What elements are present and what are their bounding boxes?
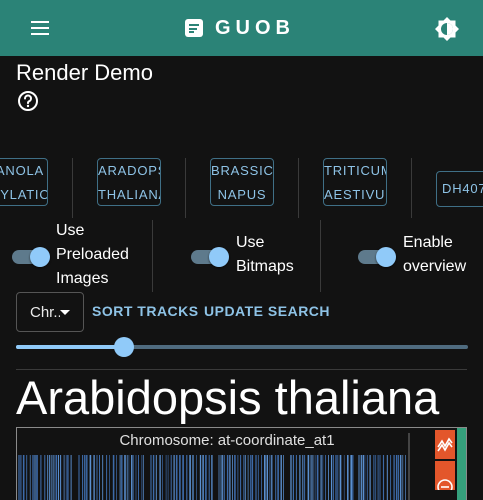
switch-thumb [209,247,229,267]
divider [185,158,186,218]
logo-icon [185,19,203,37]
app-bar: GUOB [0,0,483,56]
chip-label-line1: BRASSICA [211,163,274,178]
switch-thumb [376,247,396,267]
brightness-icon [435,17,459,41]
minus-circle-icon [437,479,453,495]
dataset-chip-arabidopsis[interactable]: ARADOPSIS THALIANA [97,158,161,206]
theme-toggle-button[interactable] [432,14,462,44]
chip-label-line1: ANOLA [0,163,44,178]
label-line: overview [403,258,467,275]
update-search-button[interactable]: UPDATE SEARCH [204,303,330,319]
zoom-out-track-button[interactable] [435,461,455,495]
brand-name: GUOB [215,16,295,39]
dataset-chip-dh407[interactable]: DH407 [436,171,483,207]
label-line: Use [56,222,85,239]
dataset-chip-row: ANOLA HYLATION ARADOPSIS THALIANA BRASSI… [0,158,483,220]
label-line: Use [236,234,265,251]
chip-label-line1: DH407 [442,181,483,196]
help-icon[interactable] [17,90,39,112]
chip-label-line2: THALIANA [98,187,161,202]
divider [320,220,321,292]
overview-label: Enable overview [403,231,466,279]
bitmaps-switch[interactable] [189,243,229,271]
overview-switch[interactable] [356,243,396,271]
chromosome-select[interactable]: Chr... [16,292,84,332]
slider-fill [16,345,125,349]
label-line: Bitmaps [236,258,294,275]
divider [411,158,412,218]
page-title: Render Demo [16,60,153,85]
brand[interactable]: GUOB [185,15,295,41]
divider [72,158,73,218]
species-title: Arabidopsis thaliana [16,371,440,424]
bitmaps-label: Use Bitmaps [236,231,294,279]
preloaded-images-label: Use Preloaded Images [56,219,129,291]
track-lines [18,433,410,500]
menu-button[interactable] [22,14,58,42]
sort-tracks-button[interactable]: SORT TRACKS [92,303,199,319]
chip-label-line2: NAPUS [217,187,267,202]
dataset-chip-triticum[interactable]: TRITICUM AESTIVUM [323,158,387,206]
menu-icon-bar [31,33,49,35]
menu-icon-bar [31,27,49,29]
label-line: Images [56,270,109,287]
dataset-chip-canola[interactable]: ANOLA HYLATION [0,158,48,206]
divider [298,158,299,218]
divider [152,220,153,292]
label-line: Enable [403,234,453,251]
expand-track-button[interactable] [435,430,455,459]
label-line: Preloaded [56,246,129,263]
chip-label-line1: TRITICUM [324,163,387,178]
activity-icon [437,437,453,452]
dropdown-arrow-icon [60,310,70,315]
chip-label-line2: HYLATION [0,187,47,202]
select-value: Chr... [30,304,60,321]
menu-icon [31,21,49,23]
zoom-slider[interactable] [16,336,468,358]
switch-thumb [30,247,50,267]
chromosome-track-panel: Chromosome: at-coordinate_at1 [16,427,467,500]
chip-label-line2: AESTIVUM [324,187,386,202]
preloaded-images-switch[interactable] [10,243,50,271]
slider-thumb[interactable] [114,337,135,357]
track-color-bar [457,428,466,500]
dataset-chip-brassica[interactable]: BRASSICA NAPUS [210,158,274,206]
chip-label-line1: ARADOPSIS [98,163,160,178]
